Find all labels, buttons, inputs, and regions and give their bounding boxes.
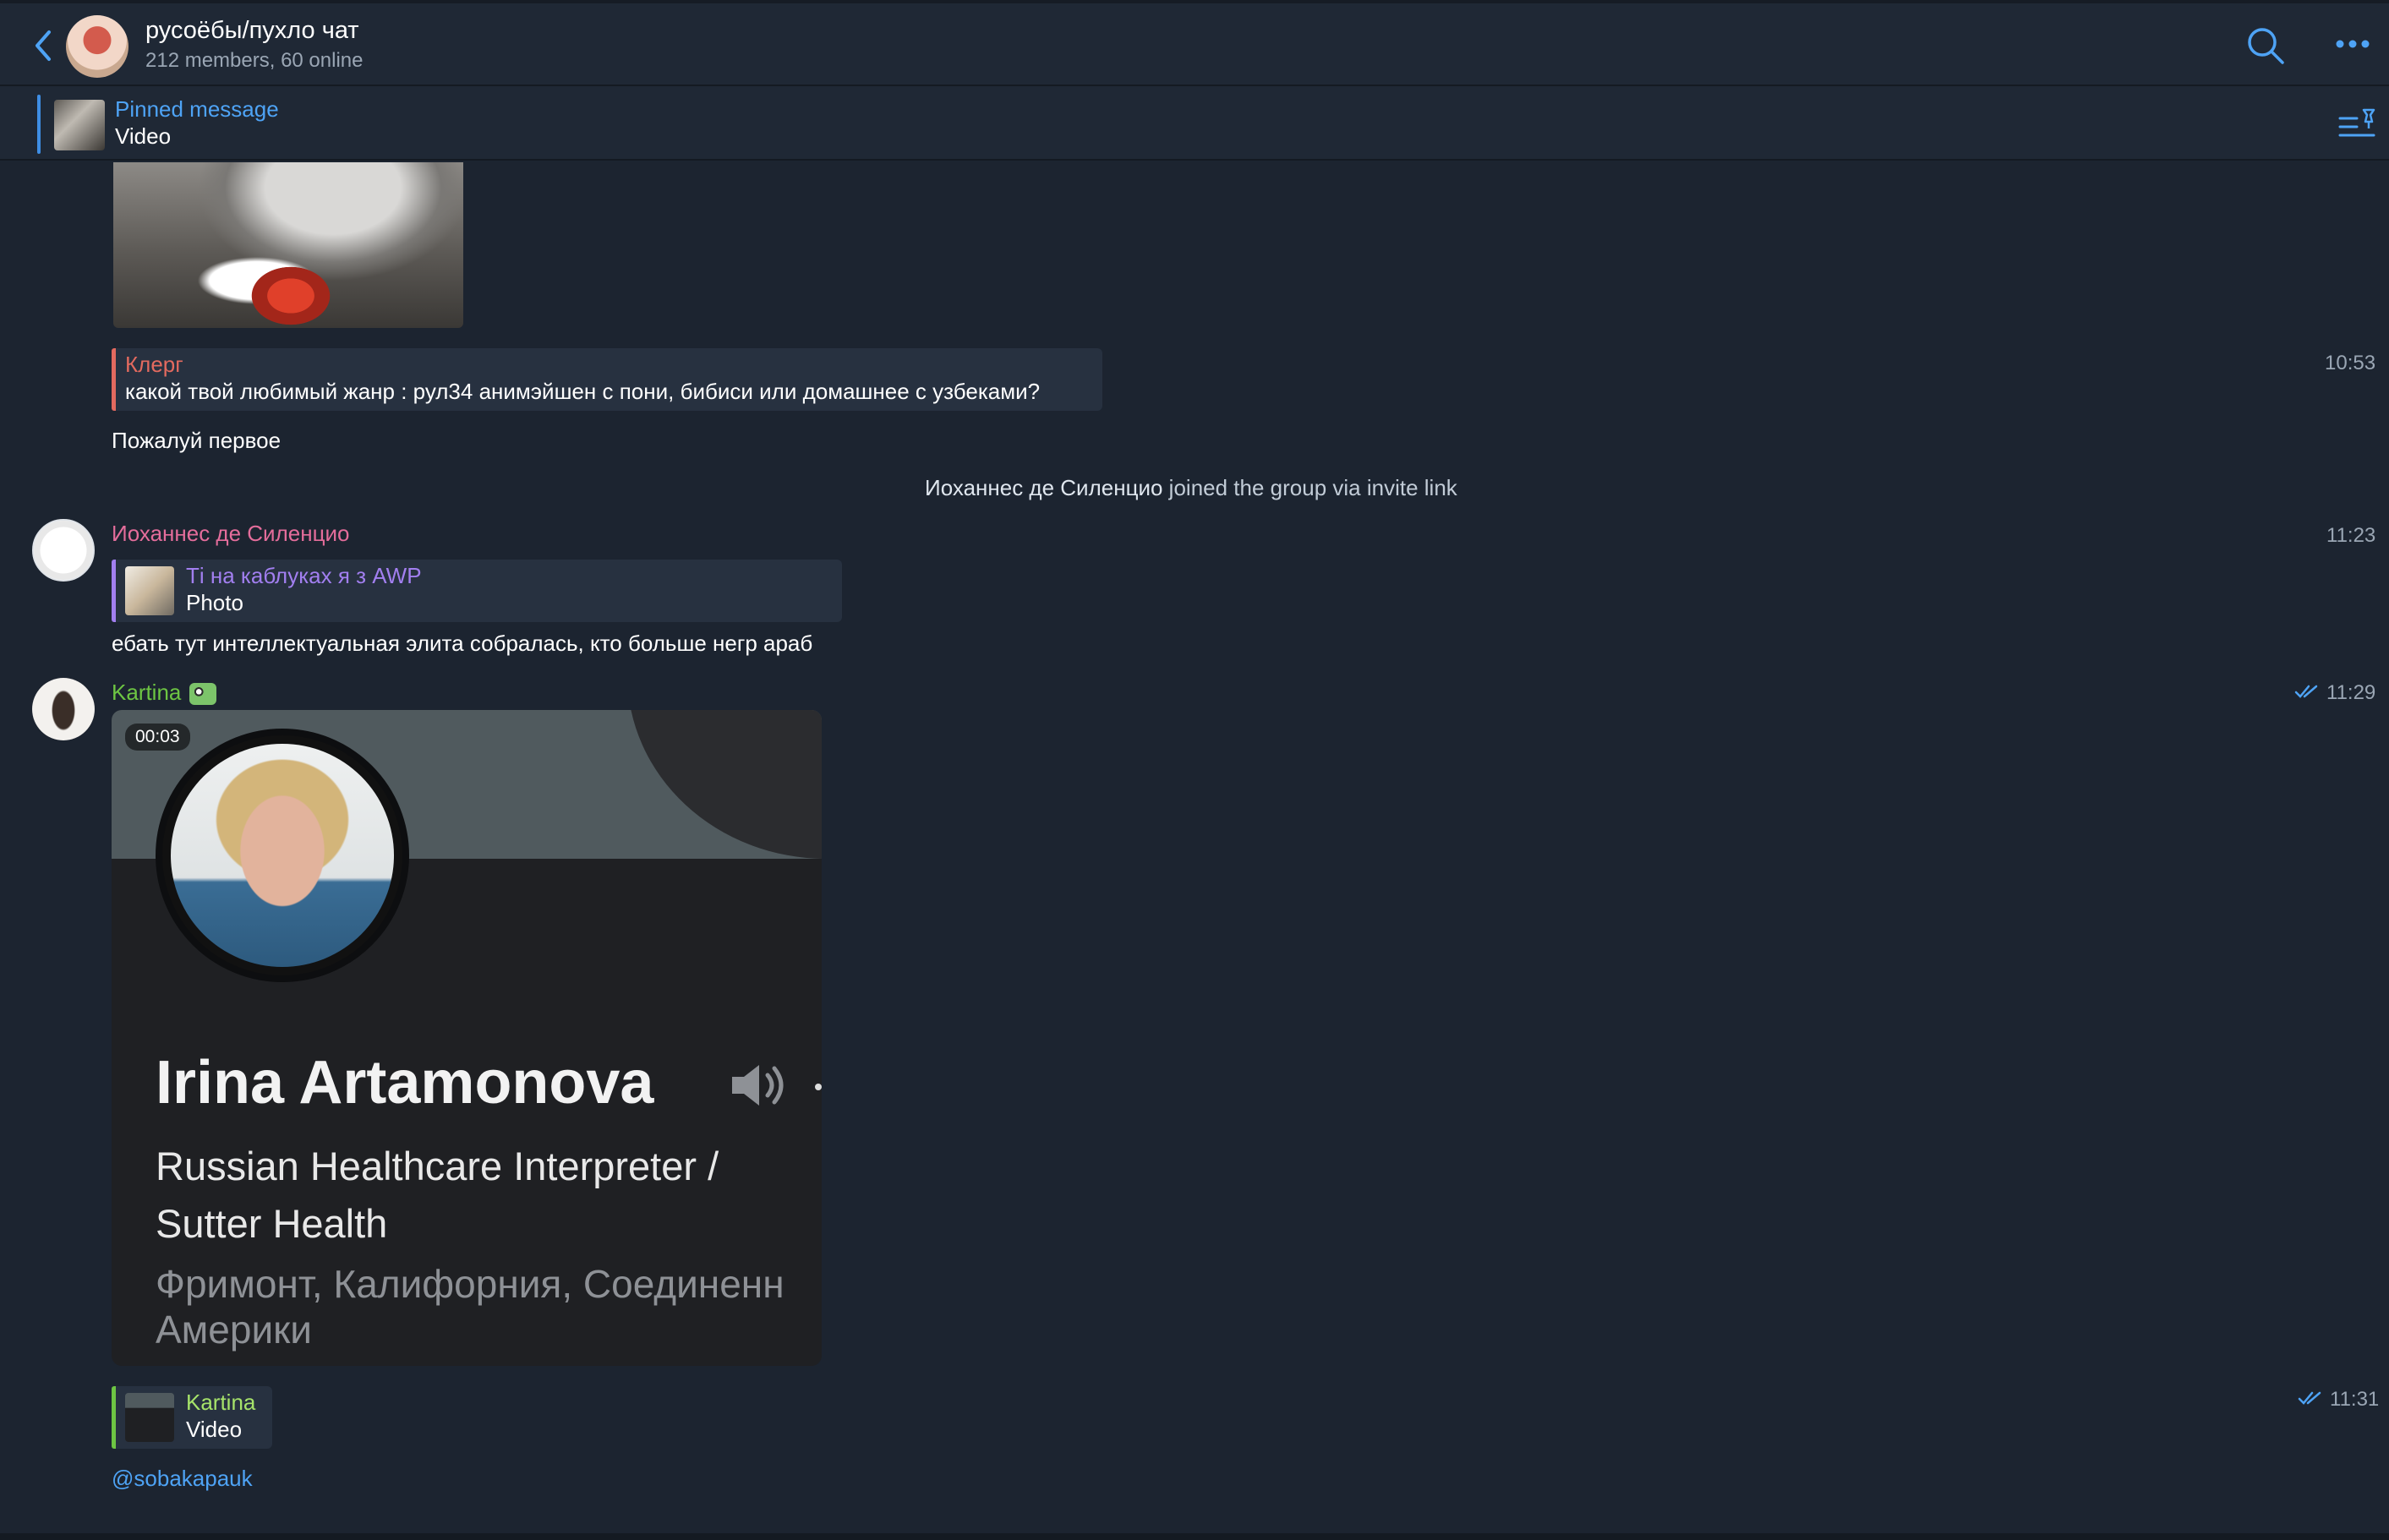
message-text: Пожалуй первое: [112, 428, 282, 453]
separator-dot: [815, 1084, 822, 1090]
card-location-line2: Америки: [156, 1308, 312, 1352]
cat-video-preview[interactable]: [113, 162, 463, 328]
pinned-bar[interactable]: [0, 86, 2389, 161]
avatar[interactable]: [32, 678, 95, 740]
more-icon[interactable]: [2335, 37, 2370, 51]
chat-subtitle: 212 members, 60 online: [145, 49, 364, 72]
reply-thumbnail: [125, 566, 174, 615]
card-name: Irina Artamonova: [156, 1049, 654, 1117]
reply-author: Kartina: [186, 1390, 256, 1415]
group-avatar[interactable]: [66, 15, 128, 78]
reply-thumbnail: [125, 1393, 174, 1442]
card-location-line1: Фримонт, Калифорния, Соединенн: [156, 1262, 784, 1306]
double-check-icon: [2294, 685, 2318, 698]
reply-quote[interactable]: Ті на каблуках я з AWP Photo: [112, 560, 842, 622]
message-time: 11:29: [2326, 681, 2376, 704]
message-text: ебать тут интеллектуальная элита собрала…: [112, 631, 813, 656]
back-chevron-icon[interactable]: [30, 29, 56, 63]
reply-text: Video: [186, 1417, 243, 1442]
card-role: Russian Healthcare Interpreter /: [156, 1144, 719, 1188]
video-message[interactable]: 00:03 Irina Artamonova Russian Healthcar…: [112, 710, 822, 1366]
message-author[interactable]: Иоханнес де Силенцио: [112, 521, 349, 547]
pinned-value: Video: [115, 123, 172, 149]
reply-quote[interactable]: Клерг какой твой любимый жанр : рул34 ан…: [112, 348, 1102, 411]
system-user-name[interactable]: Иоханнес де Силенцио: [925, 475, 1162, 500]
reply-text: Photo: [186, 590, 243, 615]
profile-photo: [156, 729, 409, 982]
mention-link[interactable]: @sobakapauk: [112, 1466, 253, 1492]
message-author[interactable]: Kartina: [112, 680, 181, 706]
avatar[interactable]: [32, 519, 95, 582]
pinned-thumbnail: [54, 100, 105, 150]
reply-author: Клерг: [125, 352, 183, 377]
reply-text: какой твой любимый жанр : рул34 анимэйше…: [125, 379, 1041, 404]
card-location: Фримонт, Калифорния, Соединенн Америки: [156, 1261, 822, 1352]
system-text: joined the group via invite link: [1162, 475, 1457, 500]
frog-emoji-icon: [189, 683, 216, 705]
pinned-list-icon[interactable]: [2338, 106, 2377, 140]
pinned-label[interactable]: Pinned message: [115, 96, 279, 123]
speaker-icon: [732, 1065, 784, 1106]
double-check-icon: [2298, 1391, 2321, 1405]
message-time: 11:23: [2326, 524, 2376, 547]
message-time: 10:53: [2325, 352, 2376, 374]
chat-title[interactable]: русоёбы/пухло чат: [145, 17, 359, 45]
system-message: Иоханнес де Силенцио joined the group vi…: [925, 475, 1457, 501]
message-time: 11:31: [2330, 1388, 2380, 1411]
video-duration: 00:03: [125, 724, 190, 751]
search-icon[interactable]: [2245, 25, 2286, 66]
card-company: Sutter Health: [156, 1201, 388, 1246]
pinned-indicator: [37, 95, 41, 154]
bottom-divider: [0, 1533, 2389, 1540]
reply-quote[interactable]: Kartina Video: [112, 1386, 272, 1449]
reply-author: Ті на каблуках я з AWP: [186, 563, 422, 588]
